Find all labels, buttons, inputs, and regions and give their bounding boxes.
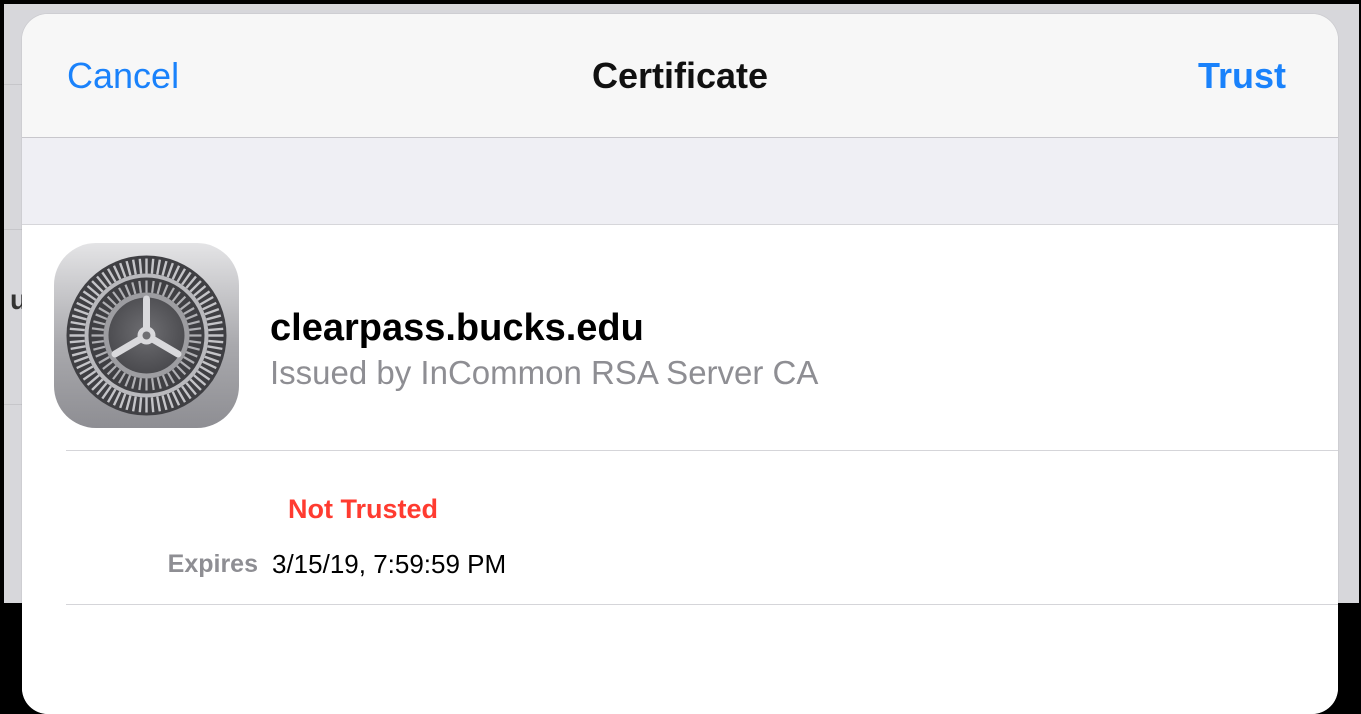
row-divider [66, 450, 1338, 451]
section-header-spacer [22, 138, 1338, 225]
nav-title: Certificate [591, 55, 769, 96]
settings-gear-icon [54, 243, 239, 428]
cancel-button[interactable]: Cancel [67, 54, 179, 98]
certificate-details: clearpass.bucks.edu Issued by InCommon R… [22, 225, 1338, 714]
background-divider [4, 404, 24, 405]
certificate-sheet: Cancel Certificate Trust clearpass.bucks… [22, 14, 1338, 714]
certificate-name: clearpass.bucks.edu [270, 307, 644, 349]
expires-label: Expires [167, 550, 258, 578]
background-divider [4, 84, 24, 85]
certificate-issuer: Issued by InCommon RSA Server CA [270, 354, 819, 391]
trust-button[interactable]: Trust [1198, 54, 1286, 98]
navigation-bar: Cancel Certificate Trust [22, 14, 1338, 138]
trust-status: Not Trusted [288, 494, 439, 524]
background-divider [4, 229, 24, 230]
expires-value: 3/15/19, 7:59:59 PM [272, 549, 507, 579]
